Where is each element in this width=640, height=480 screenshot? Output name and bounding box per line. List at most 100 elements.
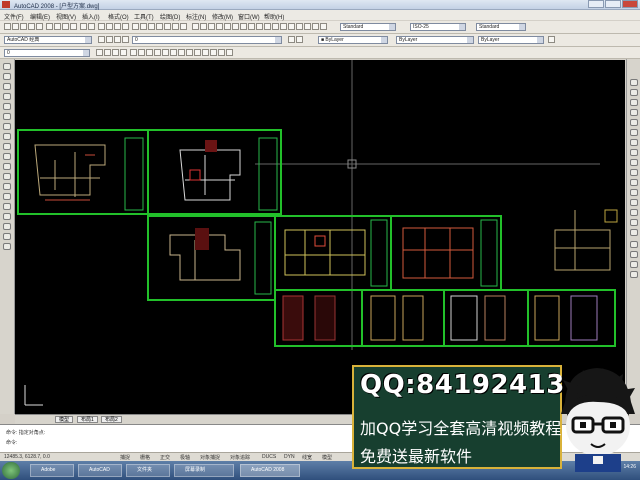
status-otrack[interactable]: 对象追踪: [230, 454, 250, 461]
menu-tools[interactable]: 工具(T): [134, 12, 154, 21]
ucs-y-icon[interactable]: [210, 49, 217, 56]
copy-icon[interactable]: [54, 23, 61, 30]
stretch-icon[interactable]: [630, 159, 638, 166]
render-icon[interactable]: [120, 49, 127, 56]
ucs-apply-icon[interactable]: [226, 49, 233, 56]
taskbar-item[interactable]: AutoCAD: [78, 464, 122, 477]
ucs-view-icon[interactable]: [170, 49, 177, 56]
polyline-icon[interactable]: [3, 83, 11, 90]
layer-freeze-icon[interactable]: [240, 23, 247, 30]
hatch-icon[interactable]: [3, 203, 11, 210]
ucs-face-icon[interactable]: [154, 49, 161, 56]
layer-match-icon[interactable]: [224, 23, 231, 30]
trim-icon[interactable]: [630, 169, 638, 176]
menu-window[interactable]: 窗口(W): [238, 12, 260, 21]
extend-icon[interactable]: [630, 179, 638, 186]
layer-combo[interactable]: 0: [132, 36, 282, 44]
status-model[interactable]: 模型: [322, 454, 332, 461]
status-grid[interactable]: 栅格: [140, 454, 150, 461]
menu-insert[interactable]: 插入(I): [82, 12, 100, 21]
circle-icon[interactable]: [3, 123, 11, 130]
visual-style-icon[interactable]: [112, 49, 119, 56]
cut-icon[interactable]: [46, 23, 53, 30]
menu-file[interactable]: 文件(F): [4, 12, 24, 21]
mirror-icon[interactable]: [630, 99, 638, 106]
taskbar-item[interactable]: 屏幕录制: [174, 464, 234, 477]
fillet-icon[interactable]: [630, 219, 638, 226]
menu-dimension[interactable]: 标注(N): [186, 12, 206, 21]
app-icon[interactable]: [2, 1, 10, 8]
erase-icon[interactable]: [630, 79, 638, 86]
pan-icon[interactable]: [98, 23, 105, 30]
rotate-icon[interactable]: [630, 139, 638, 146]
lineweight-combo[interactable]: ByLayer: [478, 36, 544, 44]
tool-palettes-icon[interactable]: [148, 23, 155, 30]
line-icon[interactable]: [3, 63, 11, 70]
layer-undo-icon[interactable]: [296, 36, 303, 43]
taskbar-item[interactable]: 文件夹: [126, 464, 170, 477]
ucs-3point-icon[interactable]: [194, 49, 201, 56]
chamfer-icon[interactable]: [630, 209, 638, 216]
plot-style-icon[interactable]: [548, 36, 555, 43]
polygon-icon[interactable]: [3, 93, 11, 100]
layer-tools-icon[interactable]: [312, 23, 319, 30]
copy-object-icon[interactable]: [630, 89, 638, 96]
layer-translator-icon[interactable]: [320, 23, 327, 30]
join-icon[interactable]: [630, 199, 638, 206]
layer-copy-icon[interactable]: [296, 23, 303, 30]
ucs-zaxis-icon[interactable]: [186, 49, 193, 56]
ucs-icon[interactable]: [130, 49, 137, 56]
workspace-combo[interactable]: AutoCAD 经典: [4, 36, 92, 44]
layer-make-current-icon[interactable]: [288, 36, 295, 43]
maximize-button[interactable]: [605, 0, 621, 8]
design-center-icon[interactable]: [140, 23, 147, 30]
taskbar-item-active[interactable]: AutoCAD 2008: [240, 464, 300, 477]
layer-lamp-icon[interactable]: [106, 36, 113, 43]
modify-extra2-icon[interactable]: [630, 251, 638, 258]
spline-icon[interactable]: [3, 143, 11, 150]
tab-layout1[interactable]: 布局1: [77, 416, 98, 423]
open-icon[interactable]: [12, 23, 19, 30]
table-icon[interactable]: [3, 233, 11, 240]
close-button[interactable]: [622, 0, 638, 8]
text-style-combo[interactable]: Standard: [340, 23, 396, 31]
menu-edit[interactable]: 编辑(E): [30, 12, 50, 21]
preview-icon[interactable]: [36, 23, 43, 30]
command-prompt[interactable]: 命令:: [6, 439, 17, 446]
help-icon[interactable]: [180, 23, 187, 30]
menu-modify[interactable]: 修改(M): [212, 12, 233, 21]
layer-merge-icon[interactable]: [280, 23, 287, 30]
layer-state-combo[interactable]: 0: [4, 49, 90, 57]
ellipse-arc-icon[interactable]: [3, 163, 11, 170]
print-icon[interactable]: [28, 23, 35, 30]
status-dyn[interactable]: DYN: [284, 454, 295, 460]
ellipse-icon[interactable]: [3, 153, 11, 160]
ucs-z-icon[interactable]: [218, 49, 225, 56]
make-block-icon[interactable]: [3, 183, 11, 190]
sheet-set-icon[interactable]: [156, 23, 163, 30]
properties-icon[interactable]: [132, 23, 139, 30]
layer-manager-icon[interactable]: [192, 23, 199, 30]
redo-icon[interactable]: [88, 23, 95, 30]
modify-extra-icon[interactable]: [630, 241, 638, 248]
array-icon[interactable]: [630, 119, 638, 126]
region-icon[interactable]: [3, 223, 11, 230]
status-ducs[interactable]: DUCS: [262, 454, 276, 460]
menu-view[interactable]: 视图(V): [56, 12, 76, 21]
layer-lock-icon[interactable]: [248, 23, 255, 30]
zoom-realtime-icon[interactable]: [106, 23, 113, 30]
status-osnap[interactable]: 对象捕捉: [200, 454, 220, 461]
table-style-combo[interactable]: Standard: [476, 23, 526, 31]
layer-change-icon[interactable]: [304, 23, 311, 30]
explode-icon[interactable]: [630, 229, 638, 236]
construction-line-icon[interactable]: [3, 73, 11, 80]
undo-icon[interactable]: [80, 23, 87, 30]
scale-icon[interactable]: [630, 149, 638, 156]
multiline-text-icon[interactable]: [3, 243, 11, 250]
dim-style-combo[interactable]: ISO-25: [410, 23, 466, 31]
zoom-previous-icon[interactable]: [122, 23, 129, 30]
tab-layout2[interactable]: 布局2: [101, 416, 122, 423]
tab-model[interactable]: 模型: [55, 416, 74, 423]
paste-icon[interactable]: [62, 23, 69, 30]
start-button[interactable]: [2, 462, 20, 479]
